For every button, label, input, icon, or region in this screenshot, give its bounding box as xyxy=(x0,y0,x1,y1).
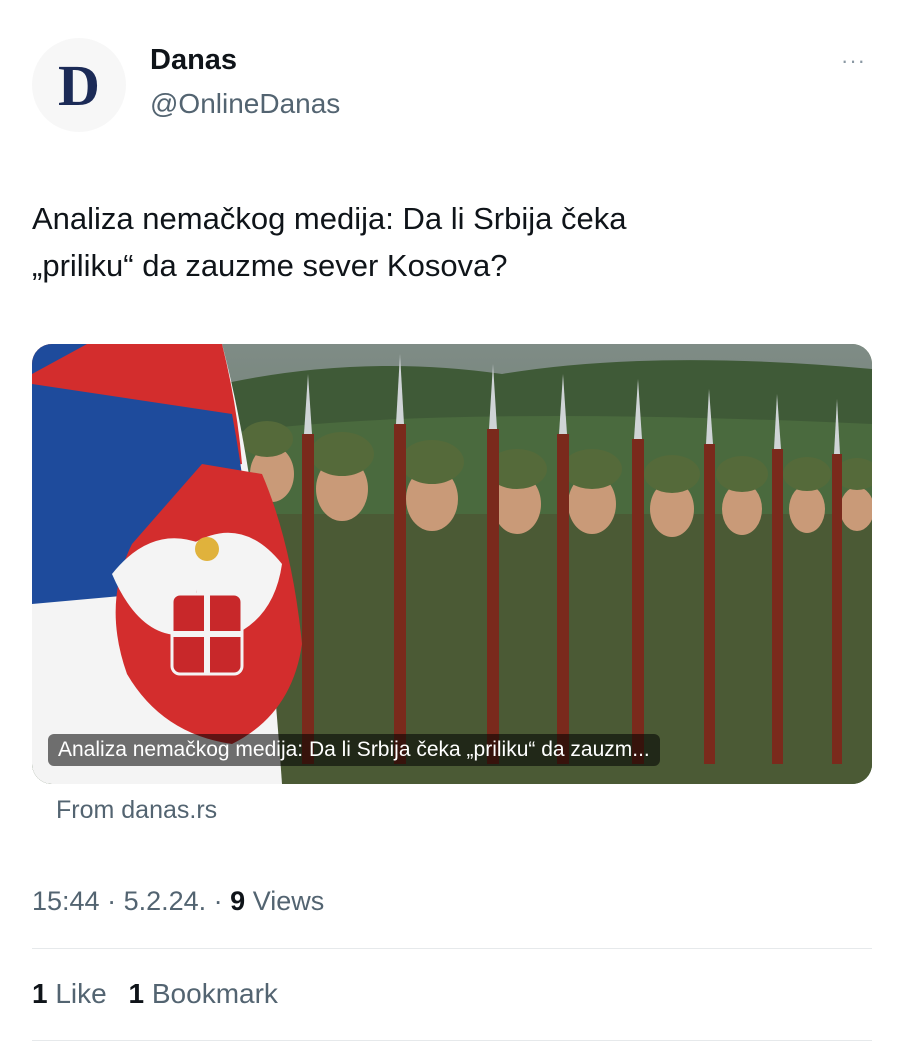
tweet-text: Analiza nemačkog medija: Da li Srbija če… xyxy=(32,195,872,289)
author-name[interactable]: Danas xyxy=(150,44,237,77)
avatar-logo-letter: D xyxy=(58,53,100,118)
card-image xyxy=(32,344,872,784)
author-handle[interactable]: @OnlineDanas xyxy=(150,88,340,120)
meta-separator: · xyxy=(206,886,231,916)
more-options-icon[interactable]: ··· xyxy=(841,48,866,74)
card-source-link[interactable]: From danas.rs xyxy=(56,796,217,825)
tweet-meta: 15:44 · 5.2.24. · 9 Views xyxy=(32,886,324,917)
likes-label: Like xyxy=(55,978,107,1009)
divider xyxy=(32,948,872,949)
card-caption: Analiza nemačkog medija: Da li Srbija če… xyxy=(48,734,660,766)
avatar[interactable]: D xyxy=(32,38,126,132)
likes-stat[interactable]: 1 Like xyxy=(32,978,107,1009)
link-card[interactable]: Analiza nemačkog medija: Da li Srbija če… xyxy=(32,344,872,784)
divider xyxy=(32,1040,872,1041)
views-count: 9 xyxy=(230,886,246,916)
views-label: Views xyxy=(252,886,325,916)
tweet-text-line: „priliku“ da zauzme sever Kosova? xyxy=(32,248,508,283)
bookmarks-stat[interactable]: 1 Bookmark xyxy=(129,978,278,1009)
tweet-time[interactable]: 15:44 xyxy=(32,886,100,916)
tweet-date[interactable]: 5.2.24. xyxy=(124,886,207,916)
tweet-text-line: Analiza nemačkog medija: Da li Srbija če… xyxy=(32,201,627,236)
bookmarks-label: Bookmark xyxy=(151,978,278,1009)
bookmarks-count: 1 xyxy=(128,978,145,1009)
meta-separator: · xyxy=(99,886,124,916)
tweet-stats: 1 Like 1 Bookmark xyxy=(32,978,292,1010)
likes-count: 1 xyxy=(32,978,48,1009)
